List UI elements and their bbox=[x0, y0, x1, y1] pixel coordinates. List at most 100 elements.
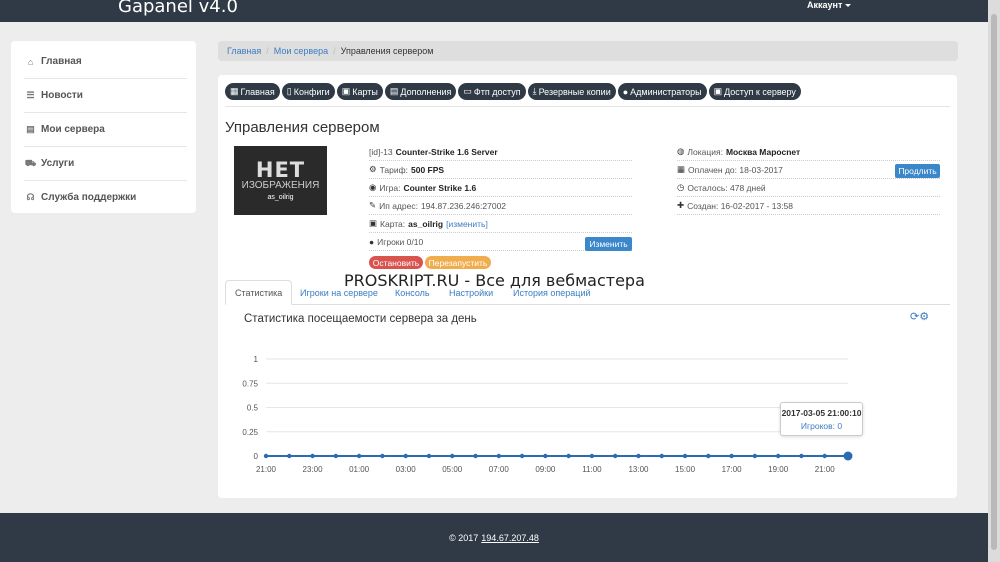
game-row: ◉ Игра: Counter Strike 1.6 bbox=[369, 179, 632, 197]
toolbar-backups-button[interactable]: ⤓ Резервные копии bbox=[527, 83, 616, 100]
x-tick-label: 13:00 bbox=[628, 465, 649, 474]
map-row: ▣ Карта: as_oilrig [изменить] bbox=[369, 215, 632, 233]
refresh-icon[interactable]: ⟳ bbox=[910, 311, 919, 323]
data-point bbox=[403, 453, 408, 459]
tooltip-time: 2017-03-05 21:00:10 bbox=[781, 408, 862, 418]
toolbar-access-button[interactable]: ▣ Доступ к серверу bbox=[708, 83, 801, 100]
y-tick-label: 0.5 bbox=[247, 404, 259, 413]
sidebar-item-label: Новости bbox=[41, 90, 83, 101]
breadcrumb-servers-link[interactable]: Мои сервера bbox=[274, 46, 328, 56]
data-point bbox=[843, 451, 853, 461]
sidebar-item-support[interactable]: ☊ Служба поддержки bbox=[24, 180, 187, 214]
button-label: Главная bbox=[240, 86, 275, 97]
ip-row: ✎ Ип адрес: 194.87.236.246:27002 bbox=[369, 197, 632, 215]
days-left-row: ◷ Осталось: 478 дней bbox=[677, 179, 940, 197]
server-toolbar: ▦ Главная ▯ Конфиги ▣ Карты ▤ Дополнения ▭ Фт… bbox=[225, 83, 803, 100]
x-tick-label: 03:00 bbox=[396, 465, 417, 474]
grid-icon: ▦ bbox=[230, 86, 239, 96]
x-tick-label: 05:00 bbox=[442, 465, 463, 474]
attendance-chart: 1 0.75 0.5 0.25 0 21:00 23:00 01:00 03:00 05:00 07… bbox=[242, 355, 853, 474]
chart-controls: ⟳⚙ bbox=[910, 310, 929, 323]
footer: © 2017 194.67.207.48 bbox=[0, 513, 988, 562]
change-map-link[interactable]: [изменить] bbox=[446, 219, 488, 229]
tariff-row: ⚙ Тариф: 500 FPS bbox=[369, 161, 632, 179]
x-tick-label: 09:00 bbox=[535, 465, 556, 474]
file-icon: ▯ bbox=[286, 86, 292, 96]
footer-copyright: © 2017 bbox=[449, 532, 479, 543]
sidebar-item-label: Мои сервера bbox=[41, 124, 105, 135]
sidebar-item-services[interactable]: ⛟ Услуги bbox=[24, 147, 187, 181]
no-image-text: НЕТ bbox=[255, 158, 306, 182]
toolbar-addons-button[interactable]: ▤ Дополнения bbox=[384, 83, 457, 100]
button-label: Конфиги bbox=[293, 86, 330, 97]
data-point bbox=[706, 453, 711, 459]
y-tick-label: 0.25 bbox=[242, 428, 258, 437]
toolbar-ftp-button[interactable]: ▭ Фтп доступ bbox=[458, 83, 526, 100]
brand-logo[interactable]: Gapanel v4.0 bbox=[118, 0, 238, 17]
extend-button[interactable]: Продлить bbox=[895, 164, 940, 178]
server-id: [id]-13 bbox=[369, 146, 393, 157]
top-navbar: Gapanel v4.0 Аккаунт bbox=[0, 0, 988, 22]
divider bbox=[225, 106, 950, 107]
data-point bbox=[496, 453, 501, 459]
sidebar-item-label: Служба поддержки bbox=[41, 191, 137, 203]
data-point bbox=[799, 453, 804, 459]
chart-title: Статистика посещаемости сервера за день bbox=[244, 313, 477, 325]
location-row: ◍ Локация: Москва Маросnет bbox=[677, 143, 940, 161]
x-tick-label: 11:00 bbox=[582, 465, 602, 474]
footer-ip-link[interactable]: 194.67.207.48 bbox=[481, 533, 539, 543]
sidebar-item-news[interactable]: ☰ Новости bbox=[24, 79, 187, 113]
sidebar-item-servers[interactable]: ▤ Мои сервера bbox=[24, 113, 187, 147]
toolbar-configs-button[interactable]: ▯ Конфиги bbox=[281, 83, 335, 100]
headset-icon: ☊ bbox=[26, 191, 35, 202]
list-icon: ☰ bbox=[26, 90, 35, 100]
toolbar-admins-button[interactable]: ● Администраторы bbox=[617, 83, 707, 100]
data-point bbox=[380, 453, 385, 459]
location-label: Локация: bbox=[687, 146, 723, 157]
restart-button[interactable]: Перезапустить bbox=[425, 256, 491, 269]
tariff-label: Тариф: bbox=[379, 164, 408, 175]
data-point bbox=[589, 453, 595, 459]
server-id-row: [id]-13 Counter-Strike 1.6 Server bbox=[369, 143, 632, 161]
breadcrumb-home-link[interactable]: Главная bbox=[227, 46, 261, 56]
stop-button[interactable]: Остановить bbox=[369, 256, 423, 269]
data-point bbox=[287, 453, 292, 459]
x-tick-label: 23:00 bbox=[303, 465, 324, 474]
map-label: Карта: bbox=[380, 218, 406, 229]
x-tick-label: 17:00 bbox=[722, 465, 743, 474]
button-label: Фтп доступ bbox=[473, 86, 521, 97]
ip-value: 194.87.236.246:27002 bbox=[420, 200, 507, 211]
caret-down-icon bbox=[845, 4, 852, 8]
download-icon: ⤓ bbox=[532, 86, 537, 96]
user-icon: ● bbox=[369, 236, 375, 247]
game-value: Counter Strike 1.6 bbox=[403, 182, 477, 193]
watermark-text: PROSKRIPT.RU - Все для вебмастера bbox=[344, 271, 645, 290]
change-players-button[interactable]: Изменить bbox=[585, 237, 632, 251]
x-tick-label: 01:00 bbox=[349, 465, 370, 474]
scrollbar-thumb[interactable] bbox=[991, 14, 997, 550]
x-tick-label: 21:00 bbox=[256, 465, 277, 474]
cart-icon: ⛟ bbox=[24, 157, 37, 168]
clock-icon: ◷ bbox=[677, 182, 685, 192]
image-icon: ▣ bbox=[369, 218, 378, 228]
button-label: Доступ к серверу bbox=[724, 86, 796, 97]
tab-statistics[interactable]: Статистика bbox=[225, 280, 293, 305]
button-label: Карты bbox=[352, 86, 378, 97]
gear-icon[interactable]: ⚙ bbox=[919, 311, 929, 323]
created-row: ✚ Создан: 16-02-2017 - 13:58 bbox=[677, 197, 940, 215]
toolbar-home-button[interactable]: ▦ Главная bbox=[225, 83, 280, 100]
data-point bbox=[636, 453, 641, 459]
x-tick-label: 21:00 bbox=[815, 465, 836, 474]
no-image-subtext: ИЗОБРАЖЕНИЯ bbox=[241, 180, 320, 191]
toolbar-maps-button[interactable]: ▣ Карты bbox=[336, 83, 383, 100]
breadcrumb-separator: / bbox=[333, 46, 336, 56]
data-point bbox=[426, 453, 432, 459]
data-point bbox=[263, 453, 269, 459]
x-tick-label: 15:00 bbox=[675, 465, 696, 474]
lock-icon: ▣ bbox=[713, 86, 723, 96]
account-menu[interactable]: Аккаунт bbox=[807, 0, 852, 10]
data-point bbox=[519, 453, 525, 459]
chart-tooltip: 2017-03-05 21:00:10 Игроков: 0 bbox=[780, 402, 863, 436]
sidebar-item-home[interactable]: ⌂ Главная bbox=[24, 45, 187, 79]
puzzle-icon: ▤ bbox=[389, 86, 399, 96]
